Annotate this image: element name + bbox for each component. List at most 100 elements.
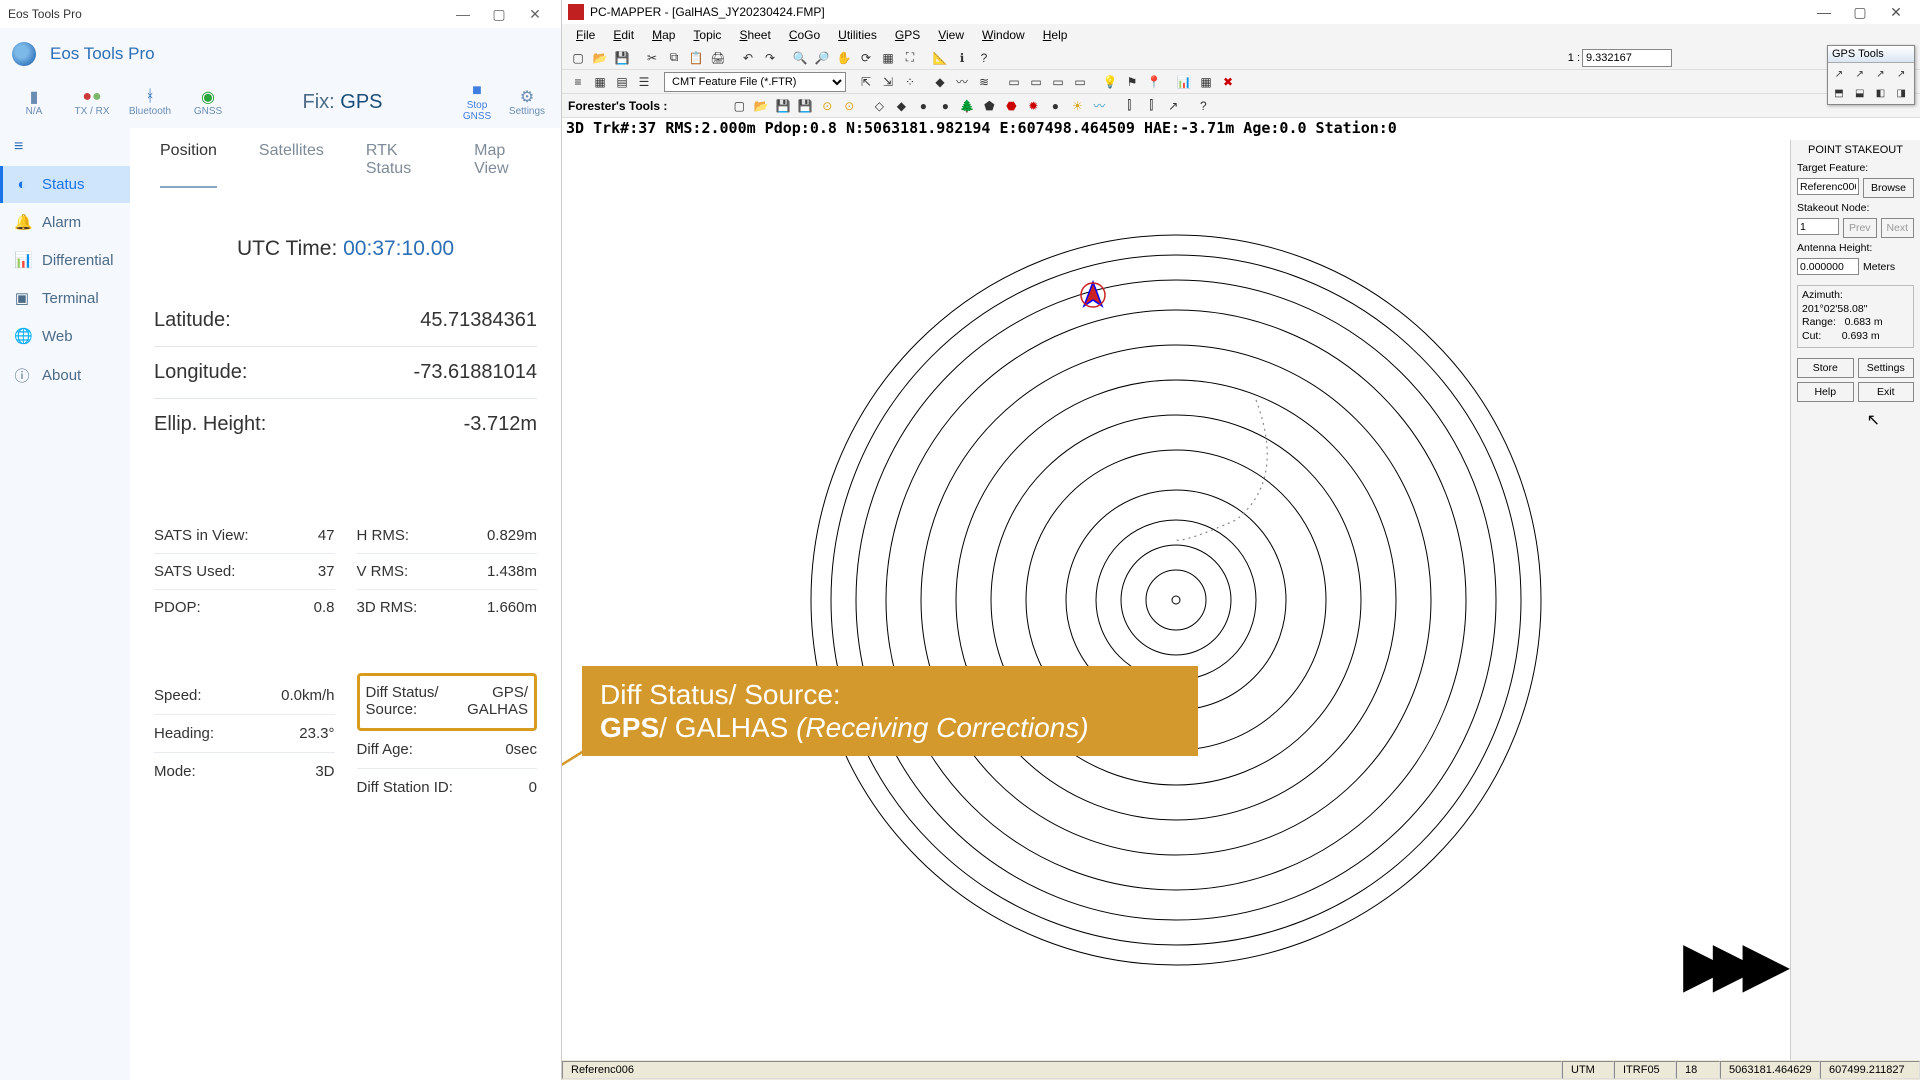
for-t7-icon[interactable]: ⬣ xyxy=(1001,96,1021,116)
tab-rtk-status[interactable]: RTK Status xyxy=(366,142,432,188)
maximize-button[interactable]: ▢ xyxy=(481,6,517,23)
status-txrx[interactable]: ● ●TX / RX xyxy=(70,88,114,117)
pin-icon[interactable]: 📍 xyxy=(1144,72,1164,92)
stakeout-node-input[interactable] xyxy=(1797,218,1839,235)
status-bluetooth[interactable]: ᚼBluetooth xyxy=(128,88,172,117)
for-new-icon[interactable]: ▢ xyxy=(729,96,749,116)
for-t8-icon[interactable]: ✹ xyxy=(1023,96,1043,116)
copy-icon[interactable]: ⧉ xyxy=(664,48,684,68)
close-button[interactable]: ✕ xyxy=(517,6,553,23)
status-gnss[interactable]: ◉GNSS xyxy=(186,88,230,117)
table-icon[interactable]: ▦ xyxy=(590,72,610,92)
tab-satellites[interactable]: Satellites xyxy=(259,142,324,188)
import-icon[interactable]: ⇲ xyxy=(878,72,898,92)
zoom-in-icon[interactable]: 🔍 xyxy=(790,48,810,68)
bulb-icon[interactable]: 💡 xyxy=(1100,72,1120,92)
zoom-out-icon[interactable]: 🔎 xyxy=(812,48,832,68)
cut-icon[interactable]: ✂ xyxy=(642,48,662,68)
help-button[interactable]: Help xyxy=(1797,382,1854,402)
target-feature-input[interactable] xyxy=(1797,178,1859,195)
gps-t2-icon[interactable]: ↗ xyxy=(1851,65,1869,83)
new-icon[interactable]: ▢ xyxy=(568,48,588,68)
rows-icon[interactable]: ☰ xyxy=(634,72,654,92)
for-t10-icon[interactable]: ☀ xyxy=(1067,96,1087,116)
measure-icon[interactable]: 📐 xyxy=(930,48,950,68)
win1-icon[interactable]: ▭ xyxy=(1004,72,1024,92)
nav-status[interactable]: ◐Status xyxy=(0,166,130,203)
hamburger-icon[interactable]: ≡ xyxy=(0,128,130,166)
for-v3-icon[interactable]: ↗ xyxy=(1163,96,1183,116)
for-t1-icon[interactable]: ◇ xyxy=(869,96,889,116)
info-icon[interactable]: ℹ xyxy=(952,48,972,68)
stop-gnss-button[interactable]: ■Stop GNSS xyxy=(455,82,499,122)
for-t2-icon[interactable]: ◆ xyxy=(891,96,911,116)
scale-input[interactable] xyxy=(1582,49,1672,67)
for-save-icon[interactable]: 💾 xyxy=(773,96,793,116)
nodes-icon[interactable]: ⁘ xyxy=(900,72,920,92)
for-t6-icon[interactable]: ⬟ xyxy=(979,96,999,116)
pcm-map-canvas[interactable]: Diff Status/ Source: GPS/ GALHAS (Receiv… xyxy=(562,140,1790,1060)
help-icon[interactable]: ? xyxy=(974,48,994,68)
menu-sheet[interactable]: Sheet xyxy=(731,26,778,44)
redo-icon[interactable]: ↷ xyxy=(760,48,780,68)
gps-t6-icon[interactable]: ⬓ xyxy=(1851,84,1869,102)
sheet-icon[interactable]: ▤ xyxy=(612,72,632,92)
for-t3-icon[interactable]: ● xyxy=(913,96,933,116)
menu-cogo[interactable]: CoGo xyxy=(781,26,828,44)
menu-window[interactable]: Window xyxy=(974,26,1033,44)
settings-button[interactable]: Settings xyxy=(1858,358,1915,378)
for-circle2-icon[interactable]: ⊙ xyxy=(839,96,859,116)
prev-button[interactable]: Prev xyxy=(1843,218,1877,238)
menu-view[interactable]: View xyxy=(930,26,972,44)
browse-button[interactable]: Browse xyxy=(1863,178,1914,198)
tool-b-icon[interactable]: 〰 xyxy=(952,72,972,92)
print-icon[interactable]: 🖨 xyxy=(708,48,728,68)
for-v1-icon[interactable]: ⫿ xyxy=(1119,96,1139,116)
status-na[interactable]: ▮N/A xyxy=(12,88,56,117)
list-icon[interactable]: ≡ xyxy=(568,72,588,92)
gps-t8-icon[interactable]: ◨ xyxy=(1892,84,1910,102)
for-help-icon[interactable]: ? xyxy=(1193,96,1213,116)
tool-c-icon[interactable]: ≋ xyxy=(974,72,994,92)
for-t5-icon[interactable]: 🌲 xyxy=(957,96,977,116)
win2-icon[interactable]: ▭ xyxy=(1026,72,1046,92)
paste-icon[interactable]: 📋 xyxy=(686,48,706,68)
for-t9-icon[interactable]: ● xyxy=(1045,96,1065,116)
store-button[interactable]: Store xyxy=(1797,358,1854,378)
nav-about[interactable]: ⓘAbout xyxy=(0,355,130,396)
open-icon[interactable]: 📂 xyxy=(590,48,610,68)
settings-button[interactable]: ⚙Settings xyxy=(505,88,549,117)
gps-t5-icon[interactable]: ⬒ xyxy=(1830,84,1848,102)
for-t4-icon[interactable]: ● xyxy=(935,96,955,116)
fit-icon[interactable]: ⛶ xyxy=(900,48,920,68)
refresh-icon[interactable]: ⟳ xyxy=(856,48,876,68)
tool-a-icon[interactable]: ◆ xyxy=(930,72,950,92)
menu-file[interactable]: File xyxy=(568,26,603,44)
x-icon[interactable]: ✖ xyxy=(1218,72,1238,92)
grid-icon[interactable]: ▦ xyxy=(878,48,898,68)
pcm-maximize-button[interactable]: ▢ xyxy=(1842,4,1878,21)
flag-icon[interactable]: ⚑ xyxy=(1122,72,1142,92)
nav-differential[interactable]: 📊Differential xyxy=(0,241,130,279)
menu-gps[interactable]: GPS xyxy=(887,26,928,44)
pcm-minimize-button[interactable]: — xyxy=(1806,4,1842,20)
undo-icon[interactable]: ↶ xyxy=(738,48,758,68)
export-icon[interactable]: ⇱ xyxy=(856,72,876,92)
antenna-height-input[interactable] xyxy=(1797,258,1859,275)
chart-icon[interactable]: 📊 xyxy=(1174,72,1194,92)
gps-t4-icon[interactable]: ↗ xyxy=(1892,65,1910,83)
for-circle1-icon[interactable]: ⊙ xyxy=(817,96,837,116)
pan-icon[interactable]: ✋ xyxy=(834,48,854,68)
pcm-close-button[interactable]: ✕ xyxy=(1878,4,1914,21)
for-v2-icon[interactable]: ⫿ xyxy=(1141,96,1161,116)
menu-map[interactable]: Map xyxy=(644,26,683,44)
exit-button[interactable]: Exit xyxy=(1858,382,1915,402)
next-button[interactable]: Next xyxy=(1881,218,1915,238)
gps-t7-icon[interactable]: ◧ xyxy=(1872,84,1890,102)
menu-help[interactable]: Help xyxy=(1035,26,1076,44)
gps-t3-icon[interactable]: ↗ xyxy=(1872,65,1890,83)
minimize-button[interactable]: — xyxy=(445,6,481,22)
for-t11-icon[interactable]: 〰 xyxy=(1089,96,1109,116)
for-open-icon[interactable]: 📂 xyxy=(751,96,771,116)
feature-select[interactable]: CMT Feature File (*.FTR) xyxy=(664,72,846,92)
